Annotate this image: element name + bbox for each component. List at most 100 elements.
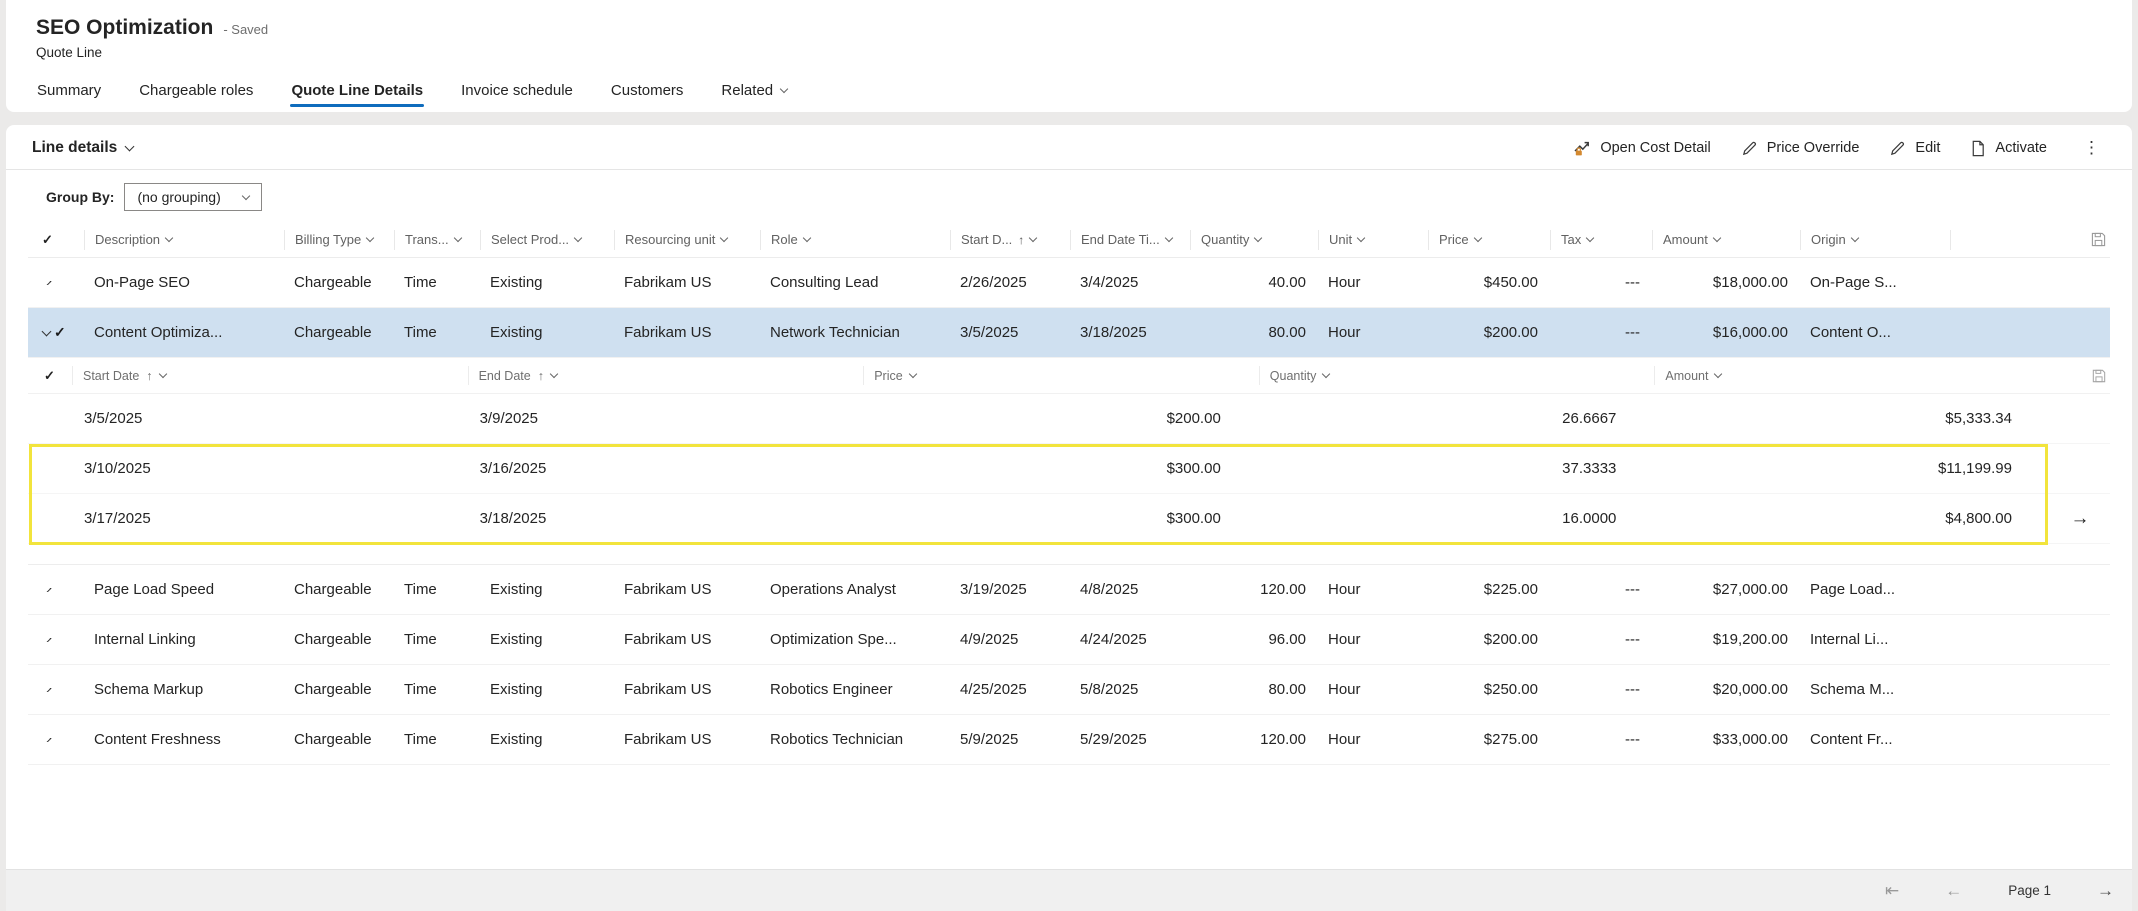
navigate-row-arrow-icon[interactable]: → <box>2050 508 2110 530</box>
cell-tax[interactable]: --- <box>1550 631 1652 648</box>
table-row-selected[interactable]: ✓ Content Optimiza... Chargeable Time Ex… <box>28 308 2110 358</box>
cell-amount[interactable]: $20,000.00 <box>1652 681 1800 698</box>
column-header-start-date[interactable]: Start D...↑ <box>950 230 1070 250</box>
cell-role[interactable]: Robotics Engineer <box>760 681 950 698</box>
cell-billing-type[interactable]: Chargeable <box>284 631 394 648</box>
cell-quantity[interactable]: 96.00 <box>1190 631 1318 648</box>
cell-tax[interactable]: --- <box>1550 274 1652 291</box>
cell-quantity[interactable]: 16.0000 <box>1259 510 1655 527</box>
expand-chevron-icon[interactable] <box>42 738 52 742</box>
cell-end-date[interactable]: 5/8/2025 <box>1070 681 1190 698</box>
cell-start-date[interactable]: 4/25/2025 <box>950 681 1070 698</box>
tab-chargeable-roles[interactable]: Chargeable roles <box>138 74 254 112</box>
cell-price[interactable]: $200.00 <box>1428 631 1550 648</box>
column-header-price[interactable]: Price <box>863 366 1259 385</box>
cell-select-product[interactable]: Existing <box>480 681 614 698</box>
column-header-transaction[interactable]: Trans... <box>394 230 480 250</box>
cell-select-product[interactable]: Existing <box>480 274 614 291</box>
column-header-tax[interactable]: Tax <box>1550 230 1652 250</box>
cell-billing-type[interactable]: Chargeable <box>284 324 394 341</box>
cell-resourcing-unit[interactable]: Fabrikam US <box>614 274 760 291</box>
expand-chevron-icon[interactable] <box>42 588 52 592</box>
tab-related[interactable]: Related <box>720 74 788 112</box>
column-header-resourcing-unit[interactable]: Resourcing unit <box>614 230 760 250</box>
cell-billing-type[interactable]: Chargeable <box>284 681 394 698</box>
cell-start-date[interactable]: 3/5/2025 <box>950 324 1070 341</box>
cell-unit[interactable]: Hour <box>1318 731 1428 748</box>
cell-price[interactable]: $450.00 <box>1428 274 1550 291</box>
cell-start-date[interactable]: 5/9/2025 <box>950 731 1070 748</box>
cell-quantity[interactable]: 26.6667 <box>1259 410 1655 427</box>
column-header-amount[interactable]: Amount <box>1652 230 1800 250</box>
cell-amount[interactable]: $5,333.34 <box>1654 410 2050 427</box>
cell-start-date[interactable]: 3/17/2025 <box>72 510 468 527</box>
column-header-quantity[interactable]: Quantity <box>1259 366 1655 385</box>
cell-billing-type[interactable]: Chargeable <box>284 274 394 291</box>
column-header-role[interactable]: Role <box>760 230 950 250</box>
column-header-start-date[interactable]: Start Date↑ <box>72 366 468 385</box>
expand-chevron-icon[interactable] <box>42 638 52 642</box>
cell-quantity[interactable]: 120.00 <box>1190 731 1318 748</box>
cell-quantity[interactable]: 80.00 <box>1190 681 1318 698</box>
cell-role[interactable]: Network Technician <box>760 324 950 341</box>
cell-transaction[interactable]: Time <box>394 581 480 598</box>
cell-origin[interactable]: Page Load... <box>1800 581 1950 598</box>
table-row[interactable]: Schema Markup Chargeable Time Existing F… <box>28 665 2110 715</box>
cell-origin[interactable]: On-Page S... <box>1800 274 1950 291</box>
subgrid-row-highlighted[interactable]: 3/17/2025 3/18/2025 $300.00 16.0000 $4,8… <box>28 494 2110 544</box>
cell-select-product[interactable]: Existing <box>480 581 614 598</box>
group-by-dropdown[interactable]: (no grouping) <box>124 183 262 211</box>
table-row[interactable]: Page Load Speed Chargeable Time Existing… <box>28 565 2110 615</box>
cell-resourcing-unit[interactable]: Fabrikam US <box>614 631 760 648</box>
first-page-button[interactable]: ⇤ <box>1885 881 1899 901</box>
cell-transaction[interactable]: Time <box>394 681 480 698</box>
cell-price[interactable]: $300.00 <box>863 510 1259 527</box>
collapse-chevron-icon[interactable] <box>42 326 52 336</box>
select-all-checkbox[interactable]: ✓ <box>28 230 84 250</box>
cell-tax[interactable]: --- <box>1550 731 1652 748</box>
cell-description[interactable]: Internal Linking <box>84 631 284 648</box>
open-cost-detail-button[interactable]: Open Cost Detail <box>1573 139 1710 157</box>
cell-transaction[interactable]: Time <box>394 274 480 291</box>
more-commands-button[interactable]: ⋮ <box>2077 138 2106 158</box>
cell-unit[interactable]: Hour <box>1318 274 1428 291</box>
column-header-billing-type[interactable]: Billing Type <box>284 230 394 250</box>
cell-end-date[interactable]: 3/9/2025 <box>468 410 864 427</box>
cell-start-date[interactable]: 3/5/2025 <box>72 410 468 427</box>
cell-price[interactable]: $225.00 <box>1428 581 1550 598</box>
cell-role[interactable]: Robotics Technician <box>760 731 950 748</box>
cell-quantity[interactable]: 40.00 <box>1190 274 1318 291</box>
column-header-price[interactable]: Price <box>1428 230 1550 250</box>
cell-end-date[interactable]: 4/24/2025 <box>1070 631 1190 648</box>
cell-origin[interactable]: Content O... <box>1800 324 1950 341</box>
cell-resourcing-unit[interactable]: Fabrikam US <box>614 324 760 341</box>
section-title[interactable]: Line details <box>32 139 133 157</box>
save-view-button[interactable] <box>2050 369 2110 383</box>
cell-price[interactable]: $250.00 <box>1428 681 1550 698</box>
cell-end-date[interactable]: 4/8/2025 <box>1070 581 1190 598</box>
cell-end-date[interactable]: 3/16/2025 <box>468 460 864 477</box>
cell-quantity[interactable]: 120.00 <box>1190 581 1318 598</box>
expand-chevron-icon[interactable] <box>42 281 52 285</box>
cell-start-date[interactable]: 2/26/2025 <box>950 274 1070 291</box>
cell-quantity[interactable]: 80.00 <box>1190 324 1318 341</box>
cell-amount[interactable]: $11,199.99 <box>1654 460 2050 477</box>
cell-description[interactable]: Page Load Speed <box>84 581 284 598</box>
subgrid-select-all-checkbox[interactable]: ✓ <box>28 366 72 385</box>
cell-select-product[interactable]: Existing <box>480 731 614 748</box>
next-page-button[interactable]: → <box>2097 881 2114 901</box>
column-header-unit[interactable]: Unit <box>1318 230 1428 250</box>
tab-summary[interactable]: Summary <box>36 74 102 112</box>
cell-billing-type[interactable]: Chargeable <box>284 731 394 748</box>
save-view-button[interactable] <box>2066 232 2110 247</box>
cell-tax[interactable]: --- <box>1550 681 1652 698</box>
cell-end-date[interactable]: 5/29/2025 <box>1070 731 1190 748</box>
cell-resourcing-unit[interactable]: Fabrikam US <box>614 581 760 598</box>
cell-end-date[interactable]: 3/18/2025 <box>1070 324 1190 341</box>
table-row[interactable]: Internal Linking Chargeable Time Existin… <box>28 615 2110 665</box>
cell-end-date[interactable]: 3/4/2025 <box>1070 274 1190 291</box>
cell-description[interactable]: Content Freshness <box>84 731 284 748</box>
cell-transaction[interactable]: Time <box>394 631 480 648</box>
cell-origin[interactable]: Schema M... <box>1800 681 1950 698</box>
cell-unit[interactable]: Hour <box>1318 581 1428 598</box>
